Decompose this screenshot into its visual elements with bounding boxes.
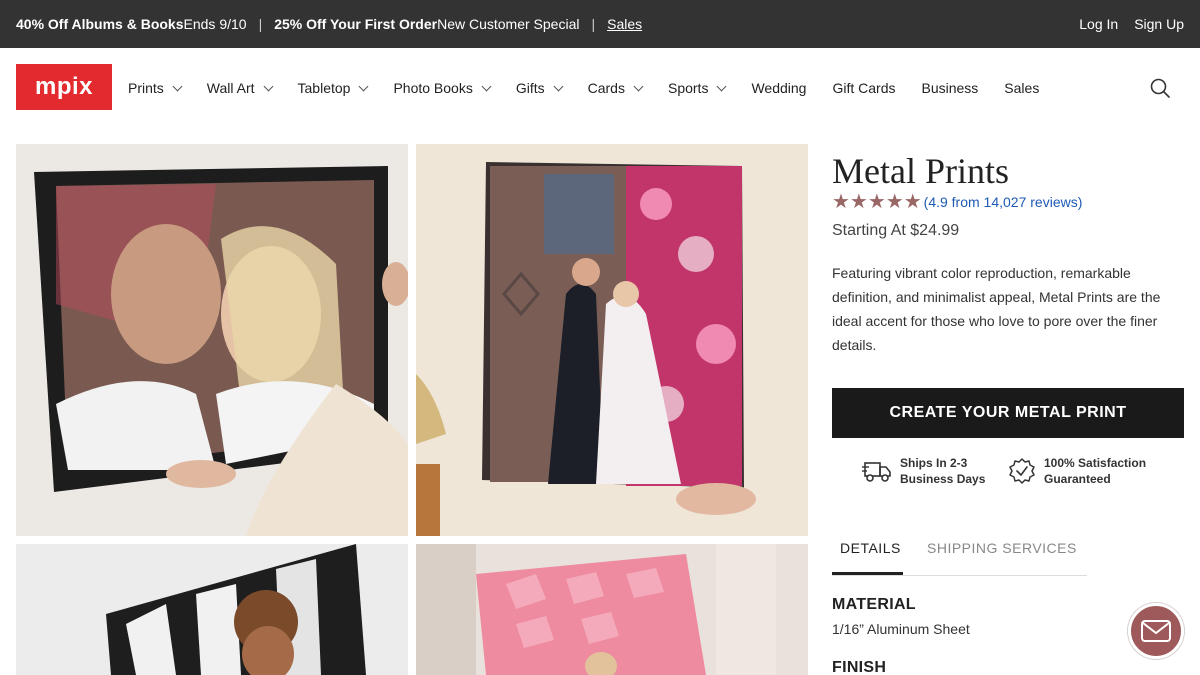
nav-item-sports[interactable]: Sports (667, 80, 727, 96)
product-title: Metal Prints (832, 151, 1009, 191)
chat-button[interactable] (1128, 603, 1184, 659)
create-metal-print-button[interactable]: CREATE YOUR METAL PRINT (832, 388, 1184, 438)
shipping-perk-line-2: Business Days (900, 472, 986, 486)
nav-item-prints[interactable]: Prints (128, 80, 183, 96)
gallery-image-2[interactable] (416, 144, 808, 536)
promo-offer-1-bold[interactable]: 40% Off Albums & Books (16, 16, 184, 32)
product-rating: ★★★★★ (4.9 from 14,027 reviews) (832, 192, 1082, 212)
chevron-down-icon (717, 81, 727, 91)
nav-item-business[interactable]: Business (921, 80, 978, 96)
promo-offer-2-bold[interactable]: 25% Off Your First Order (274, 16, 437, 32)
satisfaction-perk-line-2: Guaranteed (1044, 472, 1111, 486)
shipping-perk-line-1: Ships In 2-3 (900, 456, 968, 470)
promo-offers: 40% Off Albums & Books Ends 9/10 | 25% O… (16, 0, 642, 48)
nav-item-cards[interactable]: Cards (587, 80, 644, 96)
account-links: Log In Sign Up (1079, 0, 1184, 48)
nav-item-wall-art[interactable]: Wall Art (206, 80, 273, 96)
reviews-link[interactable]: (4.9 from 14,027 reviews) (924, 194, 1083, 210)
nav-item-gifts[interactable]: Gifts (515, 80, 564, 96)
shipping-perk-text: Ships In 2-3 Business Days (900, 455, 985, 487)
gallery-image-1[interactable] (16, 144, 408, 536)
search-icon[interactable] (1150, 78, 1170, 98)
chevron-down-icon (553, 81, 564, 91)
shipping-perk: Ships In 2-3 Business Days (862, 455, 985, 487)
nav-item-label: Wedding (751, 80, 807, 96)
satisfaction-perk: 100% Satisfaction Guaranteed (1008, 455, 1146, 487)
chevron-down-icon (481, 81, 492, 91)
pink-geometric-illustration (416, 544, 808, 675)
nav-item-label: Tabletop (297, 80, 351, 96)
chevron-down-icon (172, 81, 183, 91)
starting-price: Starting At $24.99 (832, 222, 960, 239)
nav-item-label: Sports (667, 80, 709, 96)
nav-item-label: Gift Cards (832, 80, 896, 96)
active-tab-indicator (832, 572, 903, 575)
nav-item-label: Business (921, 80, 979, 96)
promo-separator: | (258, 16, 263, 32)
truck-icon (862, 462, 891, 482)
chat-mail-icon (1141, 620, 1171, 642)
promo-sales-link[interactable]: Sales (607, 16, 642, 32)
nav-item-wedding[interactable]: Wedding (751, 80, 806, 96)
nav-item-label: Wall Art (206, 80, 255, 96)
promo-offer-1-rest[interactable]: Ends 9/10 (184, 16, 247, 32)
promo-offer-2-rest[interactable]: New Customer Special (437, 16, 579, 32)
satisfaction-perk-text: 100% Satisfaction Guaranteed (1044, 455, 1146, 487)
mpix-logo[interactable]: mpix (16, 64, 112, 110)
nav-item-label: Cards (587, 80, 625, 96)
tab-shipping-services[interactable]: SHIPPING SERVICES (927, 540, 1077, 556)
nav-item-label: Sales (1004, 80, 1040, 96)
promo-bar: 40% Off Albums & Books Ends 9/10 | 25% O… (0, 0, 1200, 48)
chevron-down-icon (633, 81, 644, 91)
spec-heading-finish: FINISH (832, 659, 887, 675)
nav-item-label: Photo Books (393, 80, 473, 96)
gallery-image-4[interactable] (416, 544, 808, 675)
chevron-down-icon (359, 81, 369, 91)
nav-item-label: Gifts (515, 80, 545, 96)
product-description: Featuring vibrant color reproduction, re… (832, 265, 1161, 353)
login-link[interactable]: Log In (1079, 16, 1118, 32)
nav-item-sales[interactable]: Sales (1004, 80, 1039, 96)
promo-separator: | (591, 16, 596, 32)
nav-menu: Prints Wall Art Tabletop Photo Books Gif… (128, 76, 1065, 100)
gallery-image-3[interactable] (16, 544, 408, 675)
nav-item-label: Prints (128, 80, 164, 96)
badge-check-icon (1009, 458, 1035, 484)
nav-item-photo-books[interactable]: Photo Books (393, 80, 492, 96)
chevron-down-icon (263, 81, 273, 91)
nav-item-tabletop[interactable]: Tabletop (297, 80, 369, 96)
spec-value-material: 1/16” Aluminum Sheet (832, 621, 970, 637)
nav-item-gift-cards[interactable]: Gift Cards (832, 80, 895, 96)
main-nav: mpix Prints Wall Art Tabletop Photo Book… (0, 48, 1200, 128)
product-tabs: DETAILS SHIPPING SERVICES (832, 528, 1087, 576)
child-wall-art-illustration (16, 544, 408, 675)
tab-details[interactable]: DETAILS (840, 540, 901, 556)
couple-frame-illustration (16, 144, 408, 536)
signup-link[interactable]: Sign Up (1134, 16, 1184, 32)
satisfaction-perk-line-1: 100% Satisfaction (1044, 456, 1147, 470)
spec-heading-material: MATERIAL (832, 596, 916, 613)
wedding-graffiti-illustration (416, 144, 808, 536)
rating-stars: ★★★★★ (832, 191, 922, 213)
